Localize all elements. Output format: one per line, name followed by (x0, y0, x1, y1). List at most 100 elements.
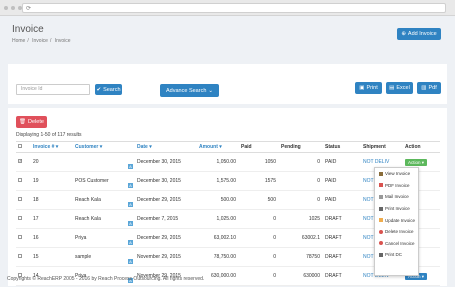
paid-cell: 0 (239, 247, 279, 267)
excel-icon: ▤ (389, 85, 395, 91)
row-select-cell (16, 209, 31, 229)
select-all-cell (16, 141, 31, 153)
status-cell: DRAFT (323, 228, 361, 248)
window-dot[interactable] (11, 6, 15, 10)
status-cell: DRAFT (323, 247, 361, 267)
footer: Copyrights © ReachERP 2005 - 2016 by Rea… (7, 276, 205, 282)
pencil-icon (379, 218, 383, 223)
amount-cell: 1,025.00 (197, 209, 239, 229)
pending-cell: 0 (279, 152, 323, 172)
col-customer[interactable]: Customer ▾ (73, 141, 135, 153)
select-all-checkbox[interactable] (18, 144, 22, 148)
invoice-number[interactable]: 16 (31, 228, 73, 248)
menu-pdf-invoice[interactable]: PDF Invoice (375, 180, 418, 192)
pending-cell: 1025 (279, 209, 323, 229)
row-checkbox[interactable] (18, 254, 22, 258)
invoice-number[interactable]: 15 (31, 247, 73, 267)
row-checkbox[interactable] (18, 197, 22, 201)
pending-cell: 630000 (279, 266, 323, 286)
amount-cell: 500.00 (197, 190, 239, 210)
menu-view-invoice[interactable]: View Invoice (375, 168, 418, 180)
row-select-cell (16, 228, 31, 248)
plus-icon: ⊕ (401, 31, 406, 37)
advance-search-button[interactable]: Advance Search ⌄ (160, 84, 219, 97)
row-select-cell (16, 190, 31, 210)
print-button[interactable]: ▣ Print (355, 82, 382, 94)
customer-badge-icon[interactable]: A (128, 202, 133, 207)
col-action: Action (403, 141, 440, 153)
action-menu: View Invoice PDF Invoice Mail Invoice Pr… (374, 167, 419, 276)
row-checkbox[interactable] (18, 178, 22, 182)
menu-print-invoice[interactable]: Print Invoice (375, 203, 418, 215)
customer-cell: Reach Kala A (73, 190, 135, 210)
address-bar[interactable]: ⟳ (22, 3, 446, 13)
amount-cell: 1,050.00 (197, 152, 239, 172)
col-date[interactable]: Date ▾ (135, 141, 197, 153)
result-count: Displaying 1-50 of 117 results (16, 132, 82, 138)
status-cell: PAID (323, 152, 361, 172)
invoice-number[interactable]: 20 (31, 152, 73, 172)
row-checkbox[interactable] (18, 235, 22, 239)
paid-cell: 0 (239, 228, 279, 248)
menu-delete-invoice[interactable]: Delete Invoice (375, 226, 418, 238)
customer-badge-icon[interactable]: A (128, 164, 133, 169)
invoice-number[interactable]: 18 (31, 190, 73, 210)
search-panel: Invoice Id ✔ Search Advance Search ⌄ ▣ P… (8, 64, 447, 104)
date-cell: November 29, 2015 (135, 247, 197, 267)
customer-badge-icon[interactable]: A (128, 240, 133, 245)
menu-cancel-invoice[interactable]: Cancel Invoice (375, 238, 418, 250)
customer-badge-icon[interactable]: A (128, 259, 133, 264)
window-controls (4, 6, 22, 10)
col-invoice[interactable]: Invoice # ▾ (31, 141, 73, 153)
table-header-row: Invoice # ▾ Customer ▾ Date ▾ Amount ▾ P… (16, 141, 440, 153)
pdf-button[interactable]: ▥ Pdf (417, 82, 441, 94)
mail-icon (379, 194, 383, 199)
row-checkbox[interactable] (18, 158, 22, 163)
customer-cell: A (73, 152, 135, 172)
search-button[interactable]: ✔ Search (95, 84, 122, 95)
date-cell: December 30, 2015 (135, 171, 197, 191)
status-cell: DRAFT (323, 209, 361, 229)
excel-button[interactable]: ▤ Excel (386, 82, 413, 94)
paid-cell: 1575 (239, 171, 279, 191)
action-button[interactable]: Action ▾ (405, 158, 427, 166)
pending-cell: 63002.1 (279, 228, 323, 248)
add-invoice-button[interactable]: ⊕ Add Invoice (397, 28, 441, 40)
date-cell: December 30, 2015 (135, 152, 197, 172)
invoice-number[interactable]: 17 (31, 209, 73, 229)
amount-cell: 1,575.00 (197, 171, 239, 191)
customer-name: POS Customer (75, 178, 109, 184)
breadcrumb-home[interactable]: Home (12, 38, 25, 44)
invoice-id-input[interactable]: Invoice Id (16, 84, 90, 95)
row-select-cell (16, 247, 31, 267)
page-title: Invoice (12, 24, 44, 35)
col-pending: Pending (279, 141, 323, 153)
cancel-icon (379, 241, 383, 246)
row-select-cell (16, 171, 31, 191)
refresh-icon[interactable]: ⟳ (26, 5, 31, 12)
customer-cell: Reach Kala A (73, 209, 135, 229)
customer-badge-icon[interactable]: A (128, 221, 133, 226)
menu-print-dc[interactable]: Print DC (375, 249, 418, 261)
shipment-link[interactable]: NOT DELIV (363, 159, 389, 165)
amount-cell: 63,002.10 (197, 228, 239, 248)
check-icon: ✔ (96, 86, 102, 93)
delete-icon (379, 229, 383, 234)
customer-cell: POS Customer A (73, 171, 135, 191)
col-paid: Paid (239, 141, 279, 153)
breadcrumb-invoice[interactable]: Invoice (32, 38, 48, 44)
date-cell: December 29, 2015 (135, 190, 197, 210)
col-amount[interactable]: Amount ▾ (197, 141, 239, 153)
invoice-number[interactable]: 19 (31, 171, 73, 191)
print-icon (379, 252, 383, 257)
customer-badge-icon[interactable]: A (128, 183, 133, 188)
browser-chrome: ⟳ (0, 0, 455, 16)
delete-button[interactable]: 🗑 Delete (16, 116, 47, 128)
menu-update-invoice[interactable]: Update Invoice (375, 214, 418, 226)
row-checkbox[interactable] (18, 216, 22, 220)
trash-icon: 🗑 (19, 119, 27, 125)
menu-mail-invoice[interactable]: Mail Invoice (375, 191, 418, 203)
paid-cell: 1050 (239, 152, 279, 172)
customer-name: Reach Kala (75, 197, 101, 203)
window-dot[interactable] (4, 6, 8, 10)
